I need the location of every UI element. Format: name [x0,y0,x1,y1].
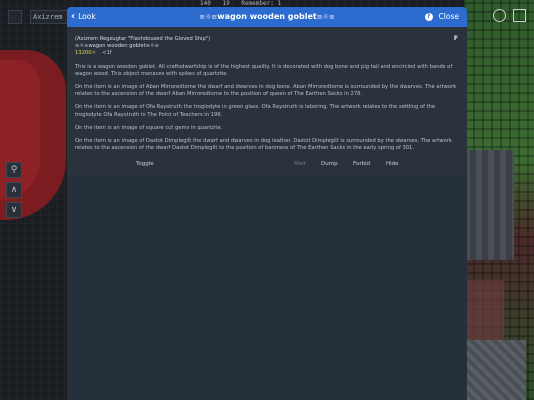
chevron-down-icon[interactable]: ∨ [6,202,22,218]
close-area: ? Close [424,7,459,27]
description-paragraph: On the item is an image of square cut ge… [75,124,223,131]
description-paragraph: On the item is an image of Aban Mirrored… [75,84,457,98]
look-dialog: ‹ Look ≡☼≡wagon wooden goblet≡☼≡ ? Close… [67,7,467,400]
description-paragraph: On the item is an image of Ofa Raystruth… [75,104,436,118]
description-paragraph: On the item is an image of Dastot Dimple… [75,138,452,152]
map-stone-region [466,340,526,400]
description-paragraph: This is a wagon wooden goblet. All craft… [75,63,453,77]
chevron-up-icon[interactable]: ∧ [6,182,22,198]
map-grey-region [464,150,514,260]
forbid-flag: F [453,35,458,42]
fort-name-label[interactable]: Axizrem Re [30,10,72,24]
dialog-header: ‹ Look ≡☼≡wagon wooden goblet≡☼≡ ? Close [67,7,467,27]
toggle-bar: Toggle Melt Dump Forbid Hide [67,157,467,173]
forbid-button[interactable]: Forbid [353,161,370,167]
back-button[interactable]: ‹ Look [71,7,96,27]
dialog-empty-area [67,175,467,400]
dialog-title: ≡☼≡wagon wooden goblet≡☼≡ [67,7,467,27]
back-label: Look [78,12,96,21]
item-name-line: ≡☼≡wagon wooden goblet≡☼≡ [75,43,159,50]
hud-stat-0: 140 [200,0,211,7]
owner-line: (Axizrem Regzugtar "Flashdoused the Glov… [75,36,211,42]
hide-button[interactable]: Hide [386,161,399,167]
title-prefix: ≡☼≡ [199,13,218,21]
item-value: 13200☼ <1f [75,50,459,57]
item-value-tag: <1f [102,50,112,57]
close-button[interactable]: Close [439,7,459,27]
chevron-left-icon: ‹ [71,11,76,22]
title-suffix: ≡☼≡ [316,13,335,21]
help-icon[interactable]: ? [424,13,433,21]
hud-stat-1: 19 [222,0,230,7]
map-nav-controls: ⚲ ∧ ∨ [6,162,22,222]
title-text: wagon wooden goblet [217,12,317,21]
dump-button[interactable]: Dump [321,161,338,167]
square-icon[interactable] [513,9,526,22]
menu-toggle-button[interactable] [8,10,22,24]
item-value-amount: 13200☼ [75,50,97,57]
toggle-label: Toggle [136,161,154,167]
melt-button[interactable]: Melt [294,161,306,167]
item-description: (Axizrem Regzugtar "Flashdoused the Glov… [67,27,467,152]
search-icon[interactable]: ⚲ [6,162,22,178]
circle-icon[interactable] [493,9,506,22]
hud-stat-2: Remember: 1 [241,0,282,7]
